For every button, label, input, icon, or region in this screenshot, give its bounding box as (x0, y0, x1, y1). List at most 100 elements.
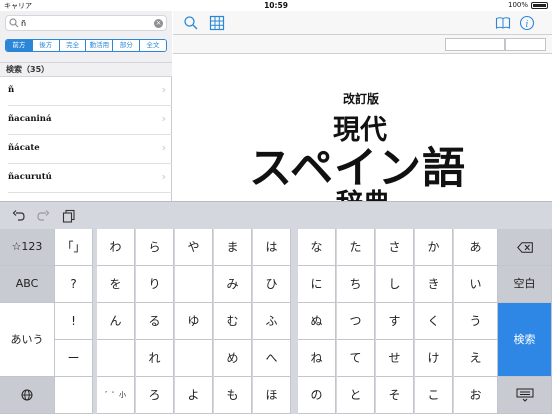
edition-label: 改訂版 (343, 92, 380, 106)
clear-icon[interactable]: × (154, 19, 163, 28)
dakuten-key[interactable]: ゛゜小 (97, 377, 135, 414)
key-ya[interactable]: や (175, 229, 213, 266)
key-te[interactable]: て (337, 340, 375, 377)
key-ma[interactable]: ま (214, 229, 252, 266)
segment-conjugation[interactable]: 動活用 (85, 40, 113, 51)
delete-key[interactable] (498, 229, 552, 266)
dictionary-cover: 改訂版 現代 スペイン語 辞典 (173, 54, 552, 201)
key-no[interactable]: の (298, 377, 336, 414)
key-na[interactable]: な (298, 229, 336, 266)
key-shi[interactable]: し (376, 266, 414, 303)
key-ra[interactable]: ら (136, 229, 174, 266)
key-mu[interactable]: む (214, 303, 252, 340)
key-question[interactable]: ? (55, 266, 93, 303)
search-key[interactable]: 検索 (498, 303, 552, 377)
key-ni[interactable]: に (298, 266, 336, 303)
search-icon (9, 18, 19, 28)
key-yu[interactable]: ゆ (175, 303, 213, 340)
key-u[interactable]: う (454, 303, 498, 340)
key-kagikakko[interactable]: 「」 (55, 229, 93, 266)
list-item-label: ñacurutú (8, 172, 52, 182)
key-ku[interactable]: く (415, 303, 453, 340)
list-item[interactable]: ñácate › (8, 135, 172, 164)
key-e[interactable]: え (454, 340, 498, 377)
chevron-right-icon: › (161, 170, 166, 183)
key-wo[interactable]: を (97, 266, 135, 303)
key-ho[interactable]: ほ (253, 377, 291, 414)
key-hi[interactable]: ひ (253, 266, 291, 303)
key-to[interactable]: と (337, 377, 375, 414)
key-su[interactable]: す (376, 303, 414, 340)
numbers-key[interactable]: ☆123 (0, 229, 55, 266)
segment-partial[interactable]: 部分 (112, 40, 140, 51)
key-n[interactable]: ん (97, 303, 135, 340)
globe-icon (21, 389, 33, 401)
svg-text:i: i (526, 20, 529, 30)
kana-key[interactable]: あいう (0, 303, 55, 377)
list-item[interactable]: ñacaniná › (8, 106, 172, 135)
abc-key[interactable]: ABC (0, 266, 55, 303)
key-chi[interactable]: ち (337, 266, 375, 303)
key-i[interactable]: い (454, 266, 498, 303)
list-item[interactable]: ñ › (8, 77, 172, 106)
grid-icon[interactable] (209, 15, 225, 31)
key-fu[interactable]: ふ (253, 303, 291, 340)
key-ne[interactable]: ね (298, 340, 336, 377)
key-ta[interactable]: た (337, 229, 375, 266)
key-blank-ye[interactable] (175, 340, 213, 377)
key-a[interactable]: あ (454, 229, 498, 266)
key-sa[interactable]: さ (376, 229, 414, 266)
key-ke[interactable]: け (415, 340, 453, 377)
search-field[interactable]: × (5, 15, 167, 31)
search-icon[interactable] (183, 15, 199, 31)
search-input[interactable] (21, 17, 151, 29)
key-re[interactable]: れ (136, 340, 174, 377)
key-ru[interactable]: る (136, 303, 174, 340)
paste-icon[interactable] (62, 209, 76, 223)
book-icon[interactable] (495, 15, 511, 31)
segment-backward[interactable]: 後方 (31, 40, 59, 51)
list-item[interactable]: ñacurutú › (8, 164, 172, 193)
key-he[interactable]: へ (253, 340, 291, 377)
key-long-vowel[interactable]: ー (55, 340, 93, 377)
chevron-right-icon: › (161, 141, 166, 154)
key-nu[interactable]: ぬ (298, 303, 336, 340)
key-ki[interactable]: き (415, 266, 453, 303)
key-o[interactable]: お (454, 377, 498, 414)
key-me[interactable]: め (214, 340, 252, 377)
segment-forward[interactable]: 前方 (6, 40, 32, 51)
key-mi[interactable]: み (214, 266, 252, 303)
key-ha[interactable]: は (253, 229, 291, 266)
search-header: × 前方 後方 完全 動活用 部分 全文 (0, 11, 172, 63)
space-key[interactable]: 空白 (498, 266, 552, 303)
status-bar: キャリア 10:59 100% (0, 0, 552, 11)
key-so[interactable]: そ (376, 377, 414, 414)
info-icon[interactable]: i (519, 15, 535, 31)
search-panel: × 前方 後方 完全 動活用 部分 全文 検索（35） ñ› ñacaniná›… (0, 11, 172, 201)
font-size-button[interactable] (445, 38, 505, 51)
undo-icon[interactable] (12, 209, 26, 223)
key-mo[interactable]: も (214, 377, 252, 414)
battery-icon (531, 2, 548, 9)
key-yo[interactable]: よ (175, 377, 213, 414)
redo-icon[interactable] (36, 209, 50, 223)
chevron-right-icon: › (161, 112, 166, 125)
key-blank-yi[interactable] (175, 266, 213, 303)
key-ka[interactable]: か (415, 229, 453, 266)
key-tsu[interactable]: つ (337, 303, 375, 340)
key-blank-wa-row[interactable] (97, 340, 135, 377)
key-ri[interactable]: り (136, 266, 174, 303)
key-exclaim[interactable]: ! (55, 303, 93, 340)
key-ko[interactable]: こ (415, 377, 453, 414)
key-ro[interactable]: ろ (136, 377, 174, 414)
results-count: 検索（35） (0, 63, 172, 77)
globe-key[interactable] (0, 377, 55, 414)
segment-fulltext[interactable]: 全文 (139, 40, 166, 51)
segment-exact[interactable]: 完全 (58, 40, 86, 51)
hide-keyboard-key[interactable] (498, 377, 552, 414)
keyboard-shortcut-bar (0, 201, 552, 229)
note-button[interactable] (505, 38, 546, 51)
key-empty[interactable] (55, 377, 93, 414)
key-wa[interactable]: わ (97, 229, 135, 266)
key-se[interactable]: せ (376, 340, 414, 377)
